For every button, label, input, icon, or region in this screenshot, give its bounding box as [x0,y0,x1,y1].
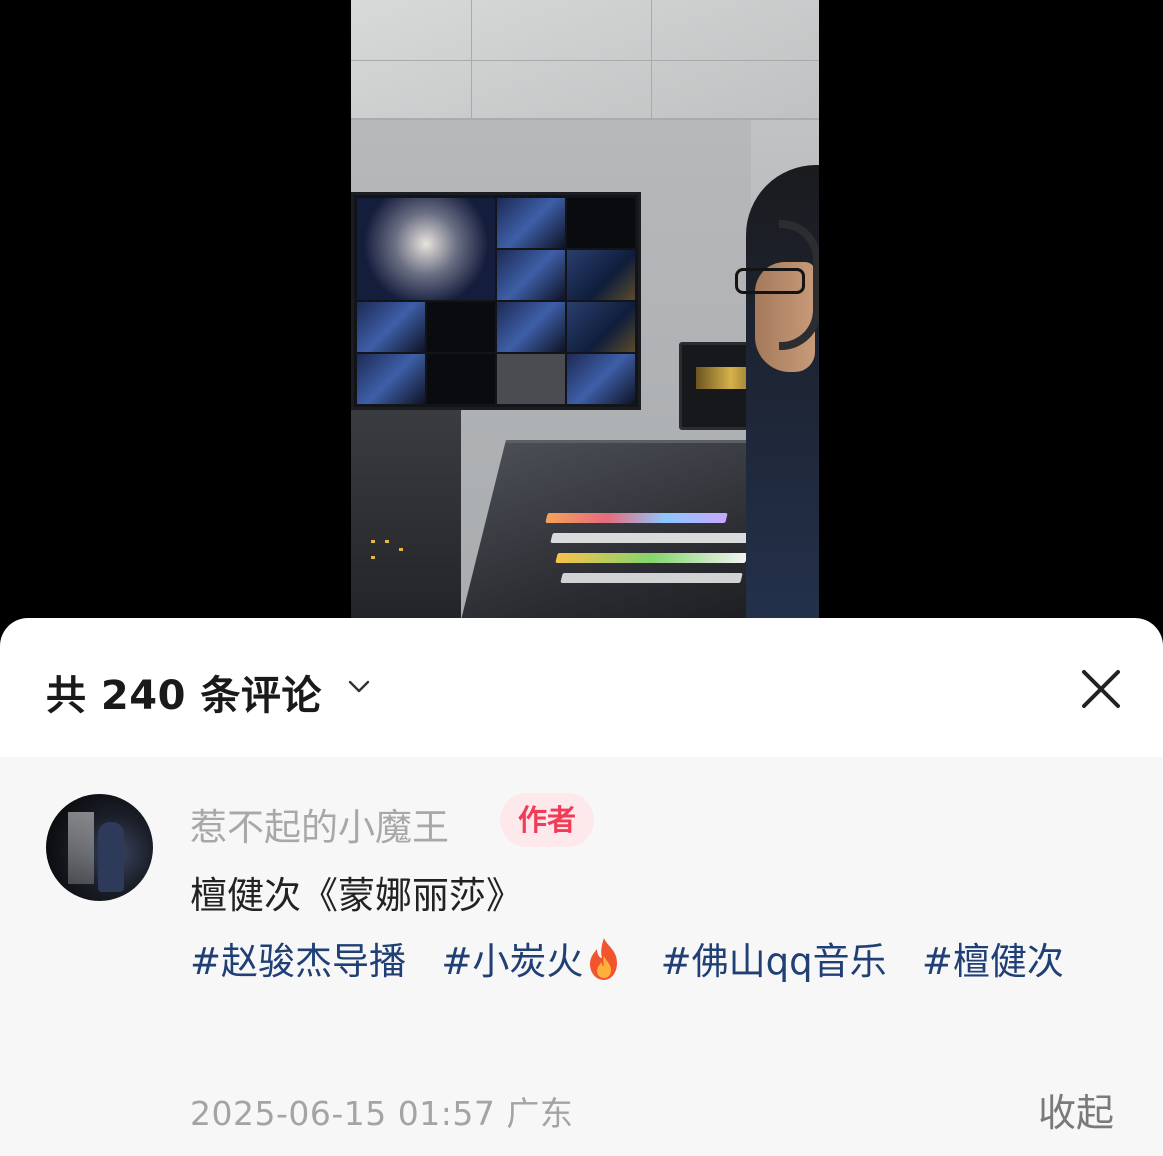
comment-location: 广东 [506,1094,574,1133]
video-ceiling [351,0,819,120]
comment-count-title[interactable]: 共 240 条评论 [46,663,322,721]
close-icon[interactable] [1078,666,1124,712]
collapse-button[interactable]: 收起 [1038,1082,1114,1137]
comments-header: 共 240 条评论 [0,618,1163,757]
comment-timestamp: 2025-06-15 01:57 [190,1094,496,1133]
chevron-down-icon[interactable] [346,676,372,696]
author-badge: 作者 [500,793,595,847]
video-stage [0,0,1163,660]
comment-text: 檀健次《蒙娜丽莎》 [190,874,523,917]
comment-meta: 2025-06-15 01:57 广东 [190,1087,573,1135]
hashtag-link[interactable]: #佛山qq音乐 [661,940,887,983]
comment-body: 檀健次《蒙娜丽莎》 #赵骏杰导播 #小炭火 #佛山qq音乐 #檀健次 [190,863,1120,995]
hashtag-link[interactable]: #小炭火 [441,938,625,983]
comments-sheet: 共 240 条评论 惹不起的小魔王 作者 檀健次《蒙娜丽莎》 #赵骏杰导播 #小… [0,618,1163,1156]
comment-hashtags: #赵骏杰导播 #小炭火 #佛山qq音乐 #檀健次 [190,929,1120,995]
hashtag-link[interactable]: #檀健次 [922,940,1064,983]
video-equipment-rack [351,410,461,640]
video-monitor-wall [351,192,641,410]
hashtag-link[interactable]: #赵骏杰导播 [190,940,406,983]
fire-icon [590,938,618,980]
avatar[interactable] [46,794,153,901]
comment-username[interactable]: 惹不起的小魔王 [190,797,449,851]
video-frame[interactable] [351,0,819,640]
comment-item: 惹不起的小魔王 作者 檀健次《蒙娜丽莎》 #赵骏杰导播 #小炭火 #佛山qq音乐… [0,757,1163,1156]
